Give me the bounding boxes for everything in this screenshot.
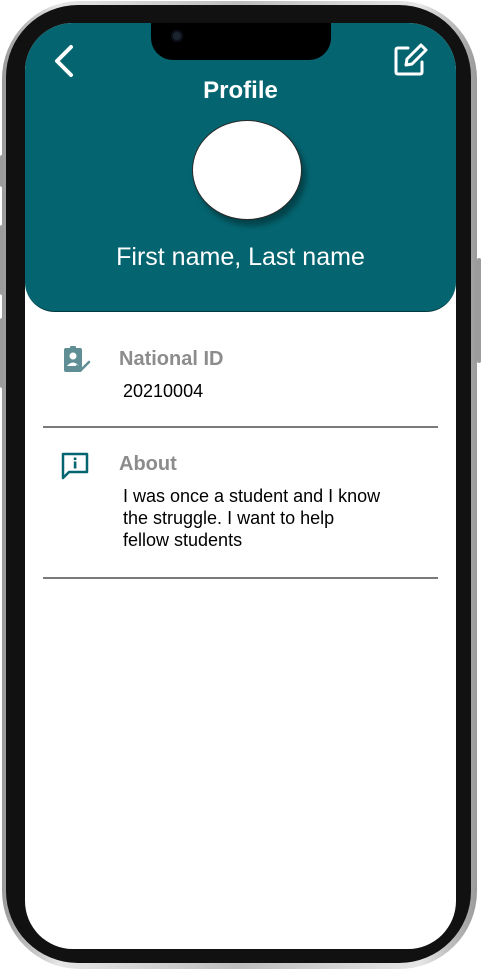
volume-up-button	[0, 225, 4, 295]
mute-switch	[0, 155, 4, 187]
phone-notch	[151, 23, 331, 60]
id-badge-check-icon	[60, 344, 92, 376]
page-title: Profile	[203, 77, 278, 104]
divider	[43, 577, 438, 579]
edit-profile-button[interactable]	[391, 41, 429, 79]
divider	[43, 426, 438, 428]
power-button	[477, 258, 481, 363]
about-text: I was once a student and I know the stru…	[123, 486, 381, 550]
profile-header: Profile First name, Last name	[25, 23, 456, 312]
back-button[interactable]	[49, 41, 81, 81]
chevron-left-icon	[55, 45, 73, 77]
phone-screen: Profile First name, Last name National I…	[25, 23, 456, 949]
national-id-label: National ID	[119, 348, 224, 370]
edit-square-icon	[394, 43, 428, 76]
chat-info-icon	[59, 450, 91, 482]
front-camera-icon	[171, 30, 183, 42]
user-name: First name, Last name	[116, 243, 365, 271]
volume-down-button	[0, 318, 4, 388]
avatar[interactable]	[192, 120, 302, 220]
about-label: About	[119, 453, 177, 475]
national-id-value: 20210004	[123, 381, 204, 401]
